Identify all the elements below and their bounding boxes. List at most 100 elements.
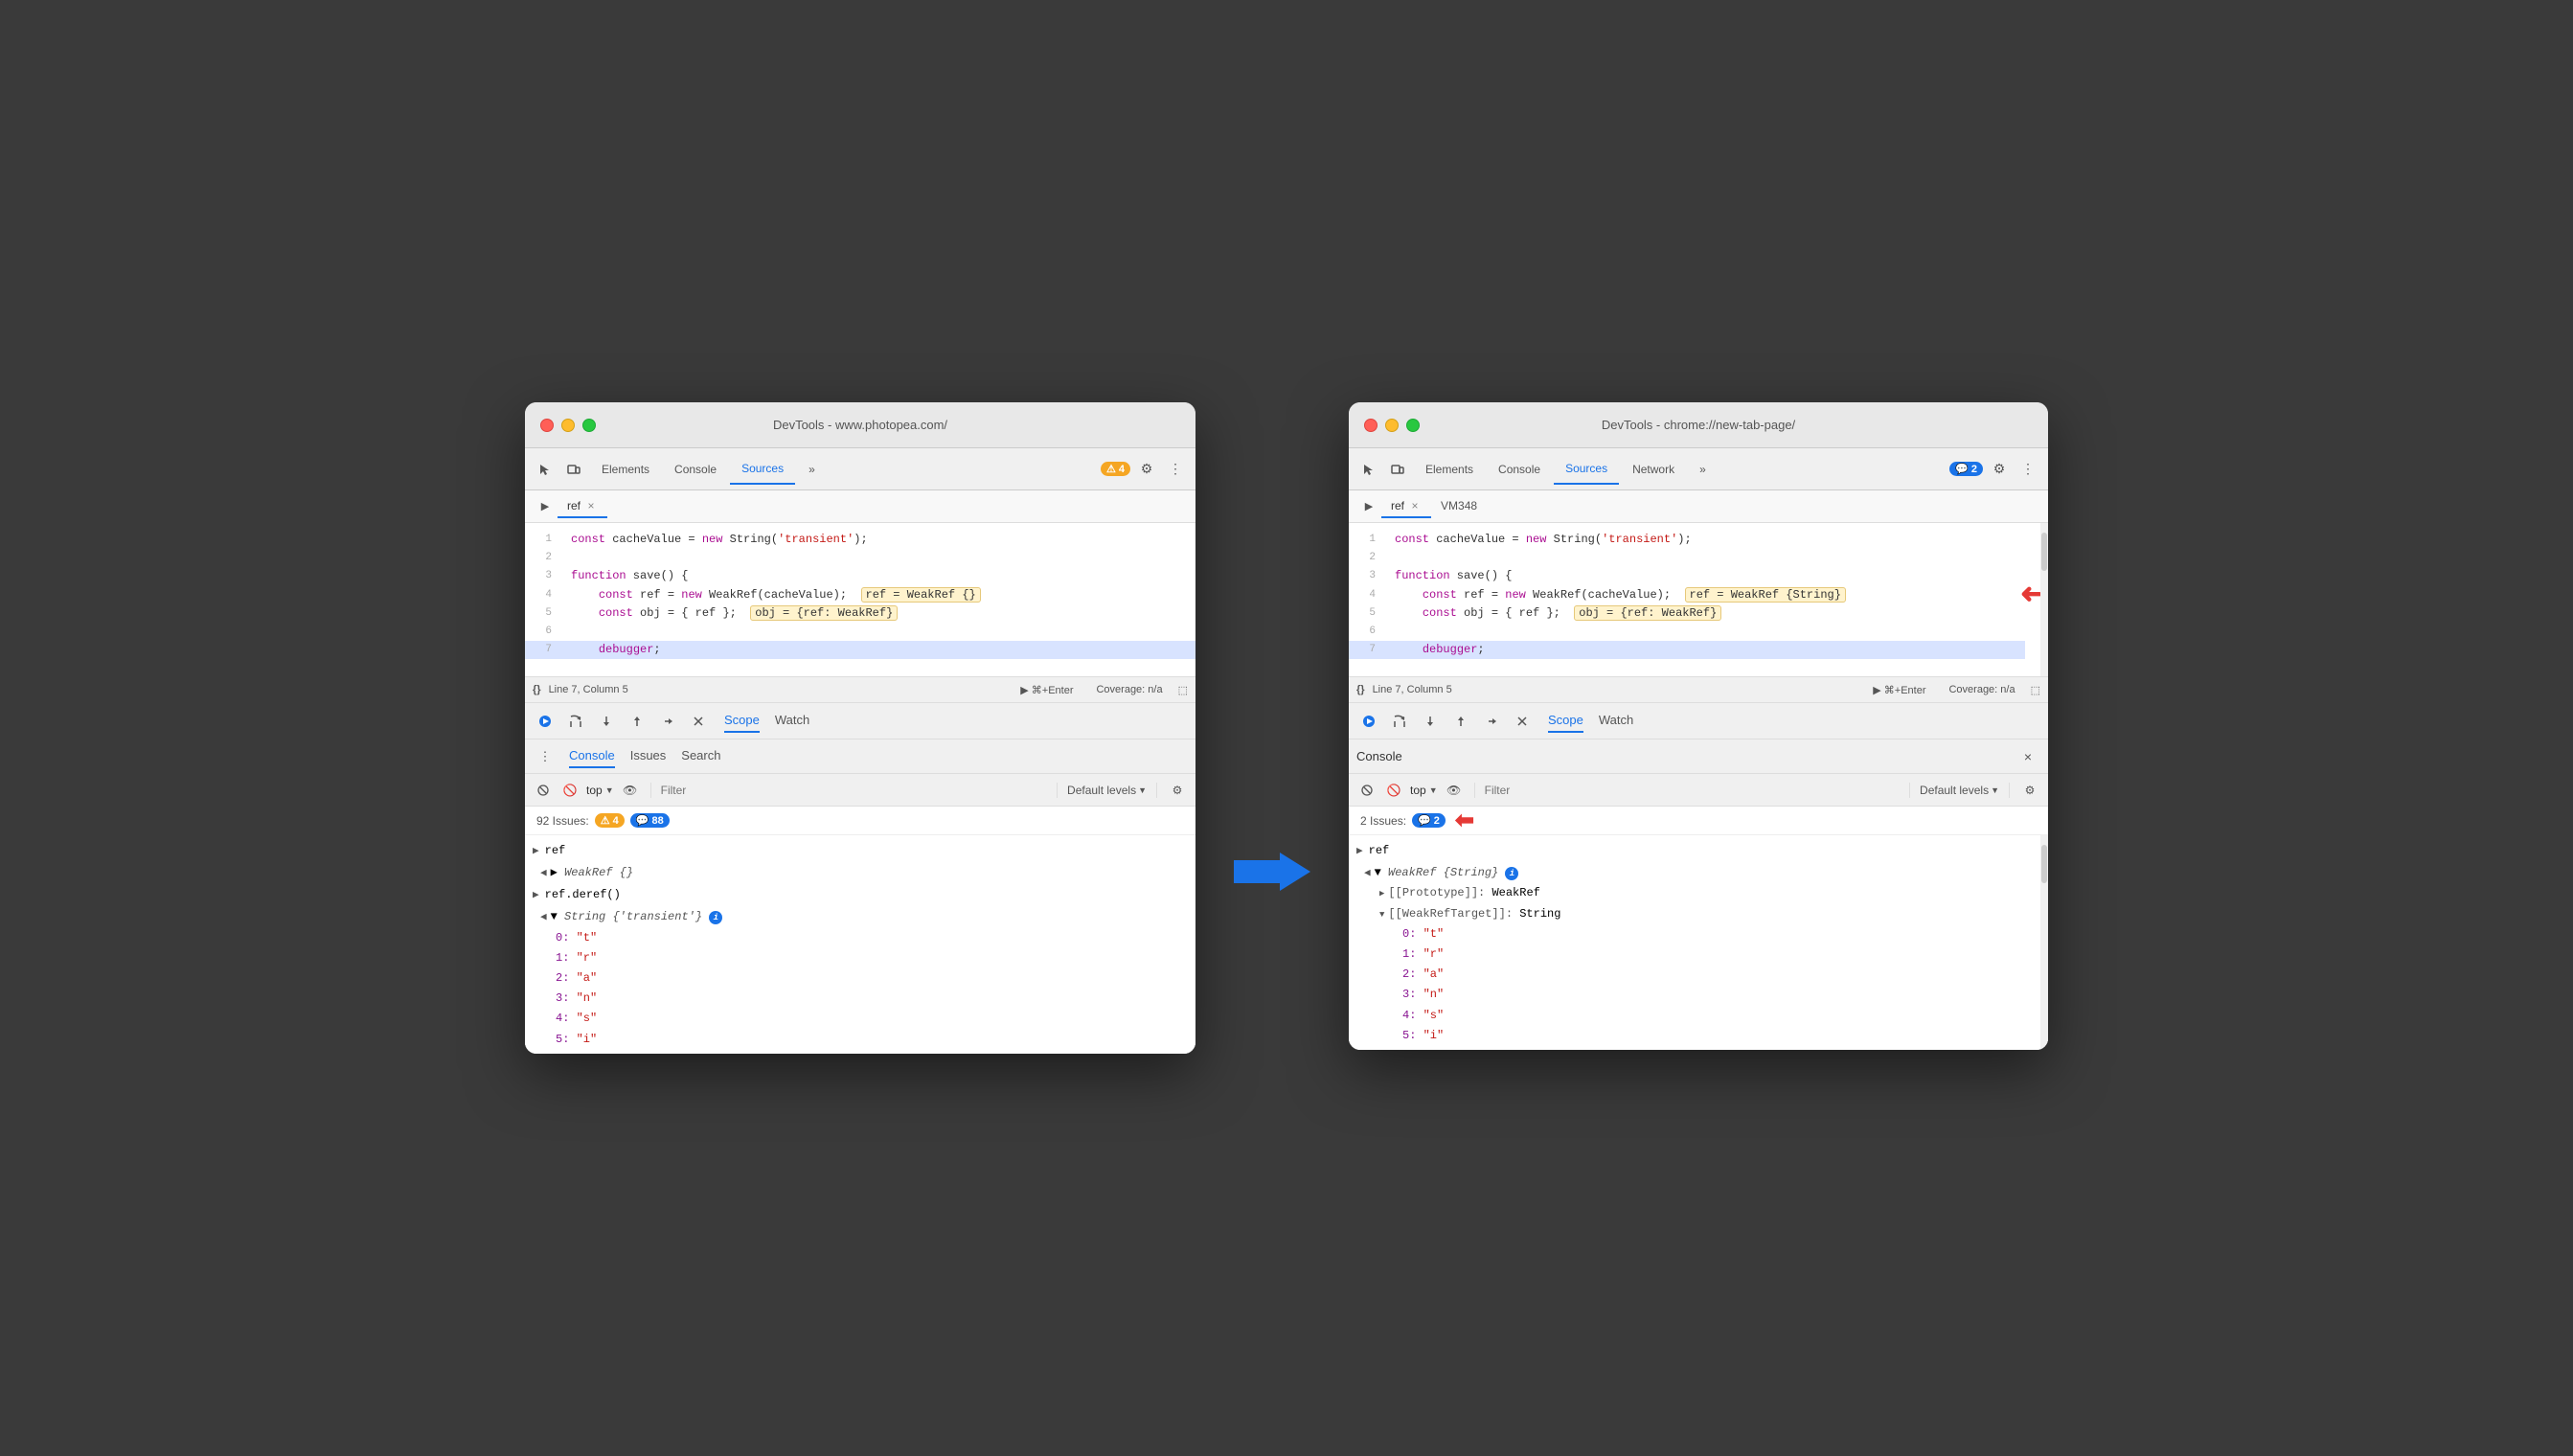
tab-elements[interactable]: Elements — [590, 454, 661, 485]
window-title: DevTools - www.photopea.com/ — [773, 418, 947, 432]
right-minimize-button[interactable] — [1385, 419, 1399, 432]
file-tab-close[interactable]: × — [584, 499, 598, 512]
toolbar-right: ⚠ 4 ⚙ ⋮ — [1101, 457, 1188, 482]
right-file-tab-ref-close[interactable]: × — [1408, 499, 1422, 512]
tab-sources[interactable]: Sources — [730, 454, 795, 485]
right-console-row-ref: ▶ ref — [1349, 839, 2048, 863]
right-no-entry-icon[interactable]: 🚫 — [1383, 780, 1404, 801]
right-default-levels-dropdown[interactable]: Default levels ▼ — [1920, 784, 1999, 797]
pause-btn[interactable] — [533, 709, 558, 734]
step-into-btn[interactable] — [594, 709, 619, 734]
left-devtools-toolbar: Elements Console Sources » ⚠ 4 ⚙ ⋮ — [525, 448, 1195, 490]
right-step-btn[interactable] — [1479, 709, 1504, 734]
right-deactivate-btn[interactable] — [1510, 709, 1535, 734]
tree-4: 4: "s" — [525, 1009, 1195, 1029]
right-cursor-icon[interactable] — [1356, 457, 1381, 482]
maximize-button[interactable] — [582, 419, 596, 432]
right-file-tab-vm348[interactable]: VM348 — [1431, 495, 1487, 518]
tab-bar: Elements Console Sources » — [590, 454, 1097, 485]
right-tab-network[interactable]: Network — [1621, 454, 1686, 485]
device-toggle-icon[interactable] — [561, 457, 586, 482]
console-tab-console[interactable]: Console — [569, 744, 615, 768]
right-console-clear-icon[interactable] — [1356, 780, 1378, 801]
right-levels-label: Default levels — [1920, 784, 1989, 797]
right-debug-tab-watch[interactable]: Watch — [1599, 709, 1633, 733]
right-console-close[interactable]: × — [2015, 744, 2040, 769]
settings-icon[interactable]: ⚙ — [1134, 457, 1159, 482]
right-code-line-2: 2 — [1349, 549, 2025, 567]
right-top-dropdown[interactable]: top ▼ — [1410, 784, 1438, 797]
debug-tab-watch[interactable]: Watch — [775, 709, 809, 733]
code-scrollbar[interactable] — [2040, 523, 2048, 676]
eye-icon[interactable]: 👁 — [620, 780, 641, 801]
right-file-tab-vm348-label: VM348 — [1441, 499, 1477, 512]
right-code-line-1: 1 const cacheValue = new String('transie… — [1349, 531, 2025, 549]
minimize-button[interactable] — [561, 419, 575, 432]
right-eye-icon[interactable]: 👁 — [1444, 780, 1465, 801]
tree-string: ◀ ▼ String {'transient'} i — [525, 907, 1195, 928]
right-device-toggle-icon[interactable] — [1385, 457, 1410, 482]
left-debug-toolbar: Scope Watch — [525, 703, 1195, 739]
tree-weakref: ◀ ▶ WeakRef {} — [525, 863, 1195, 884]
left-code-area: 1 const cacheValue = new String('transie… — [525, 523, 1195, 676]
code-line-1: 1 const cacheValue = new String('transie… — [525, 531, 1195, 549]
default-levels-dropdown[interactable]: Default levels ▼ — [1067, 784, 1147, 797]
console-clear-icon[interactable] — [533, 780, 554, 801]
right-code-line-5: 5 const obj = { ref }; obj = {ref: WeakR… — [1349, 604, 2025, 623]
right-window-controls — [1364, 419, 1420, 432]
right-tab-sources[interactable]: Sources — [1554, 454, 1619, 485]
right-step-over-btn[interactable] — [1387, 709, 1412, 734]
right-tab-elements[interactable]: Elements — [1414, 454, 1485, 485]
right-tree-4: 4: "s" — [1349, 1006, 2048, 1026]
console-settings-icon[interactable]: ⚙ — [1167, 780, 1188, 801]
right-tab-console[interactable]: Console — [1487, 454, 1552, 485]
file-tab-ref[interactable]: ref × — [558, 495, 607, 518]
tab-console[interactable]: Console — [663, 454, 728, 485]
close-button[interactable] — [540, 419, 554, 432]
right-code-wrapper: 1 const cacheValue = new String('transie… — [1349, 523, 2048, 676]
right-info-icon[interactable]: i — [1505, 867, 1518, 880]
window-controls — [540, 419, 596, 432]
step-btn[interactable] — [655, 709, 680, 734]
right-close-button[interactable] — [1364, 419, 1378, 432]
right-console-toolbar: 🚫 top ▼ 👁 Default levels ▼ ⚙ — [1349, 774, 2048, 807]
console-deref-label: ref.deref() — [545, 885, 621, 904]
tab-more[interactable]: » — [797, 454, 827, 485]
right-tab-more[interactable]: » — [1688, 454, 1718, 485]
right-step-into-btn[interactable] — [1418, 709, 1443, 734]
debug-tab-scope[interactable]: Scope — [724, 709, 760, 733]
file-nav-icon[interactable]: ▶ — [533, 494, 558, 519]
right-console-scrollbar[interactable] — [2040, 835, 2048, 1050]
console-tab-issues[interactable]: Issues — [630, 744, 667, 768]
right-code-line-3: 3 function save() { — [1349, 567, 2025, 585]
step-out-btn[interactable] — [625, 709, 649, 734]
right-filter-input[interactable] — [1485, 784, 1900, 797]
console-tab-search[interactable]: Search — [681, 744, 720, 768]
right-maximize-button[interactable] — [1406, 419, 1420, 432]
right-debug-tab-scope[interactable]: Scope — [1548, 709, 1583, 733]
debug-tabs: Scope Watch — [724, 709, 809, 733]
console-more-icon[interactable]: ⋮ — [533, 744, 558, 769]
no-entry-icon[interactable]: 🚫 — [559, 780, 581, 801]
right-tree-prototype: [[Prototype]]: WeakRef — [1349, 883, 2048, 903]
code-scrollbar-thumb[interactable] — [2041, 533, 2047, 571]
cursor-icon[interactable] — [533, 457, 558, 482]
right-kebab-icon[interactable]: ⋮ — [2015, 457, 2040, 482]
right-pause-btn[interactable] — [1356, 709, 1381, 734]
code-line-5: 5 const obj = { ref }; obj = {ref: WeakR… — [525, 604, 1195, 623]
right-file-tab-ref[interactable]: ref × — [1381, 495, 1431, 518]
tree-2: 2: "a" — [525, 968, 1195, 989]
top-dropdown[interactable]: top ▼ — [586, 784, 614, 797]
right-console-settings-icon[interactable]: ⚙ — [2019, 780, 2040, 801]
kebab-icon[interactable]: ⋮ — [1163, 457, 1188, 482]
deactivate-btn[interactable] — [686, 709, 711, 734]
step-over-btn[interactable] — [563, 709, 588, 734]
right-file-nav-icon[interactable]: ▶ — [1356, 494, 1381, 519]
right-settings-icon[interactable]: ⚙ — [1987, 457, 2012, 482]
right-step-out-btn[interactable] — [1448, 709, 1473, 734]
right-file-tabs: ▶ ref × VM348 — [1349, 490, 2048, 523]
right-console-scrollbar-thumb[interactable] — [2041, 845, 2047, 883]
info-icon[interactable]: i — [709, 911, 722, 924]
right-tree-0: 0: "t" — [1349, 924, 2048, 944]
filter-input[interactable] — [661, 784, 1047, 797]
